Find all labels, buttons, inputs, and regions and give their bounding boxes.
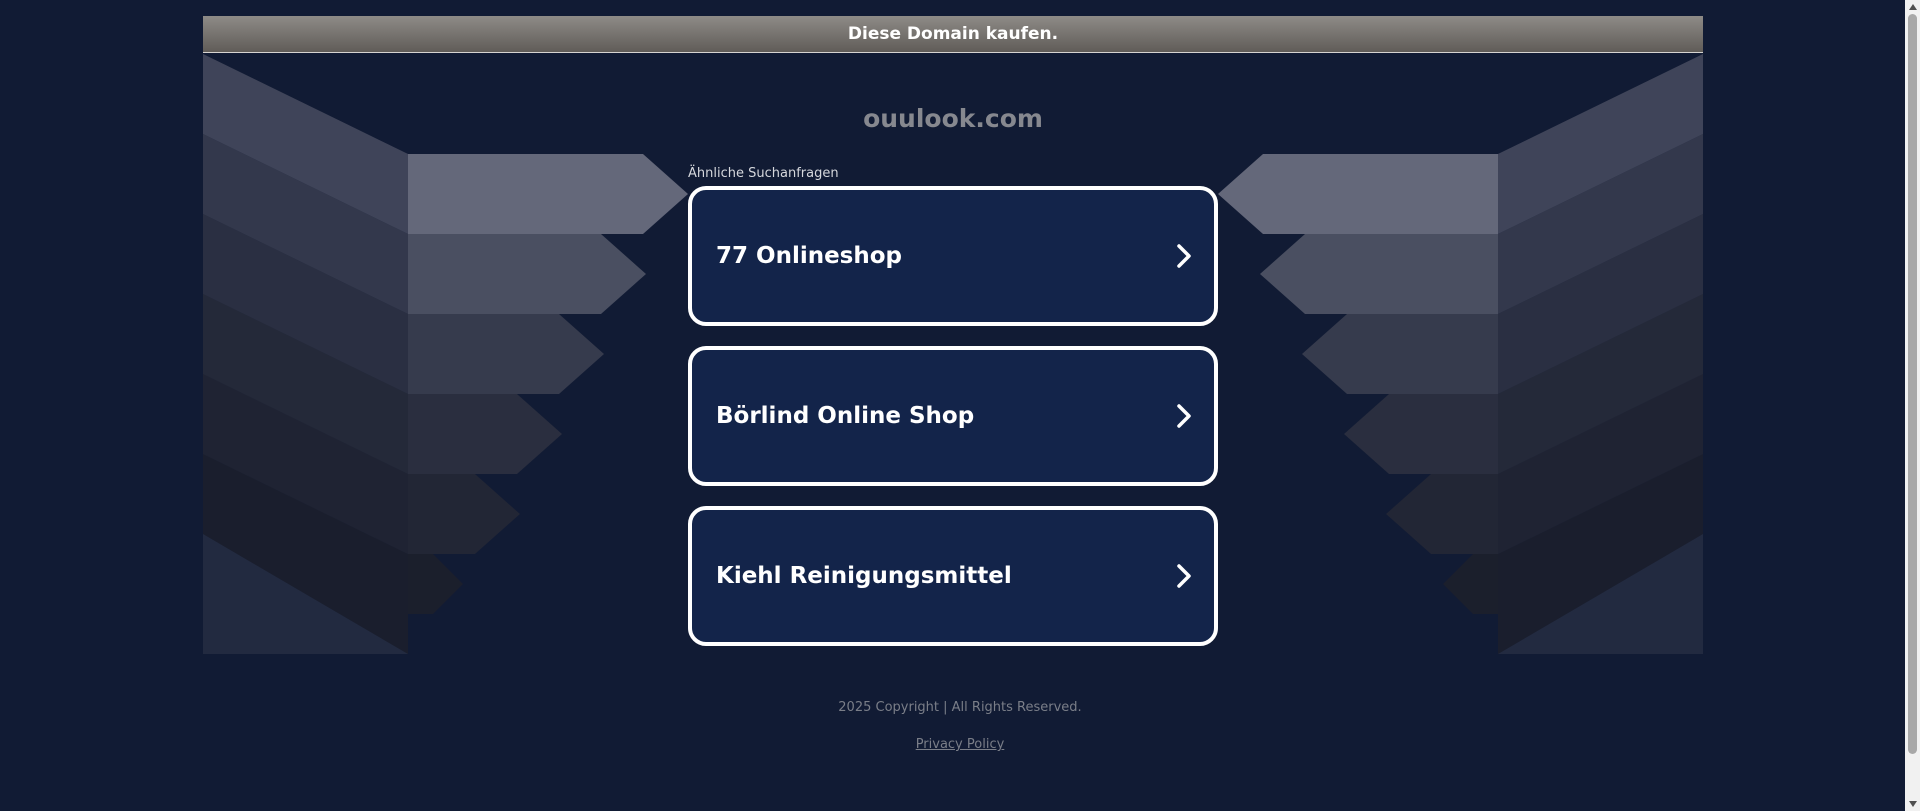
related-searches-label: Ähnliche Suchanfragen — [688, 166, 839, 181]
chevron-right-icon — [1177, 404, 1191, 428]
privacy-policy-container: Privacy Policy — [0, 737, 1920, 752]
related-link-77-onlineshop[interactable]: 77 Onlineshop — [688, 186, 1218, 326]
privacy-policy-link[interactable]: Privacy Policy — [916, 737, 1005, 752]
triangle-up-icon — [1908, 4, 1917, 10]
related-link-label: Kiehl Reinigungsmittel — [716, 563, 1012, 589]
copyright-text: 2025 Copyright | All Rights Reserved. — [838, 700, 1082, 715]
chevron-right-icon — [1177, 244, 1191, 268]
related-link-label: Börlind Online Shop — [716, 403, 975, 429]
content-container: Diese Domain kaufen. ouulook.com Ähnlich… — [203, 16, 1703, 716]
buy-domain-label: Diese Domain kaufen. — [847, 24, 1059, 44]
triangle-down-icon — [1908, 801, 1917, 807]
parked-domain-page: Diese Domain kaufen. ouulook.com Ähnlich… — [0, 0, 1920, 811]
related-link-kiehl-reinigungsmittel[interactable]: Kiehl Reinigungsmittel — [688, 506, 1218, 646]
chevron-right-icon — [1177, 564, 1191, 588]
scroll-up-button[interactable] — [1905, 0, 1920, 14]
related-link-label: 77 Onlineshop — [716, 243, 903, 269]
buy-domain-banner[interactable]: Diese Domain kaufen. — [203, 16, 1703, 53]
scrollbar-thumb[interactable] — [1908, 14, 1917, 754]
vertical-scrollbar[interactable] — [1905, 0, 1920, 811]
related-link-boerlind-online-shop[interactable]: Börlind Online Shop — [688, 346, 1218, 486]
scroll-down-button[interactable] — [1905, 797, 1920, 811]
domain-name-heading: ouulook.com — [863, 104, 1043, 133]
